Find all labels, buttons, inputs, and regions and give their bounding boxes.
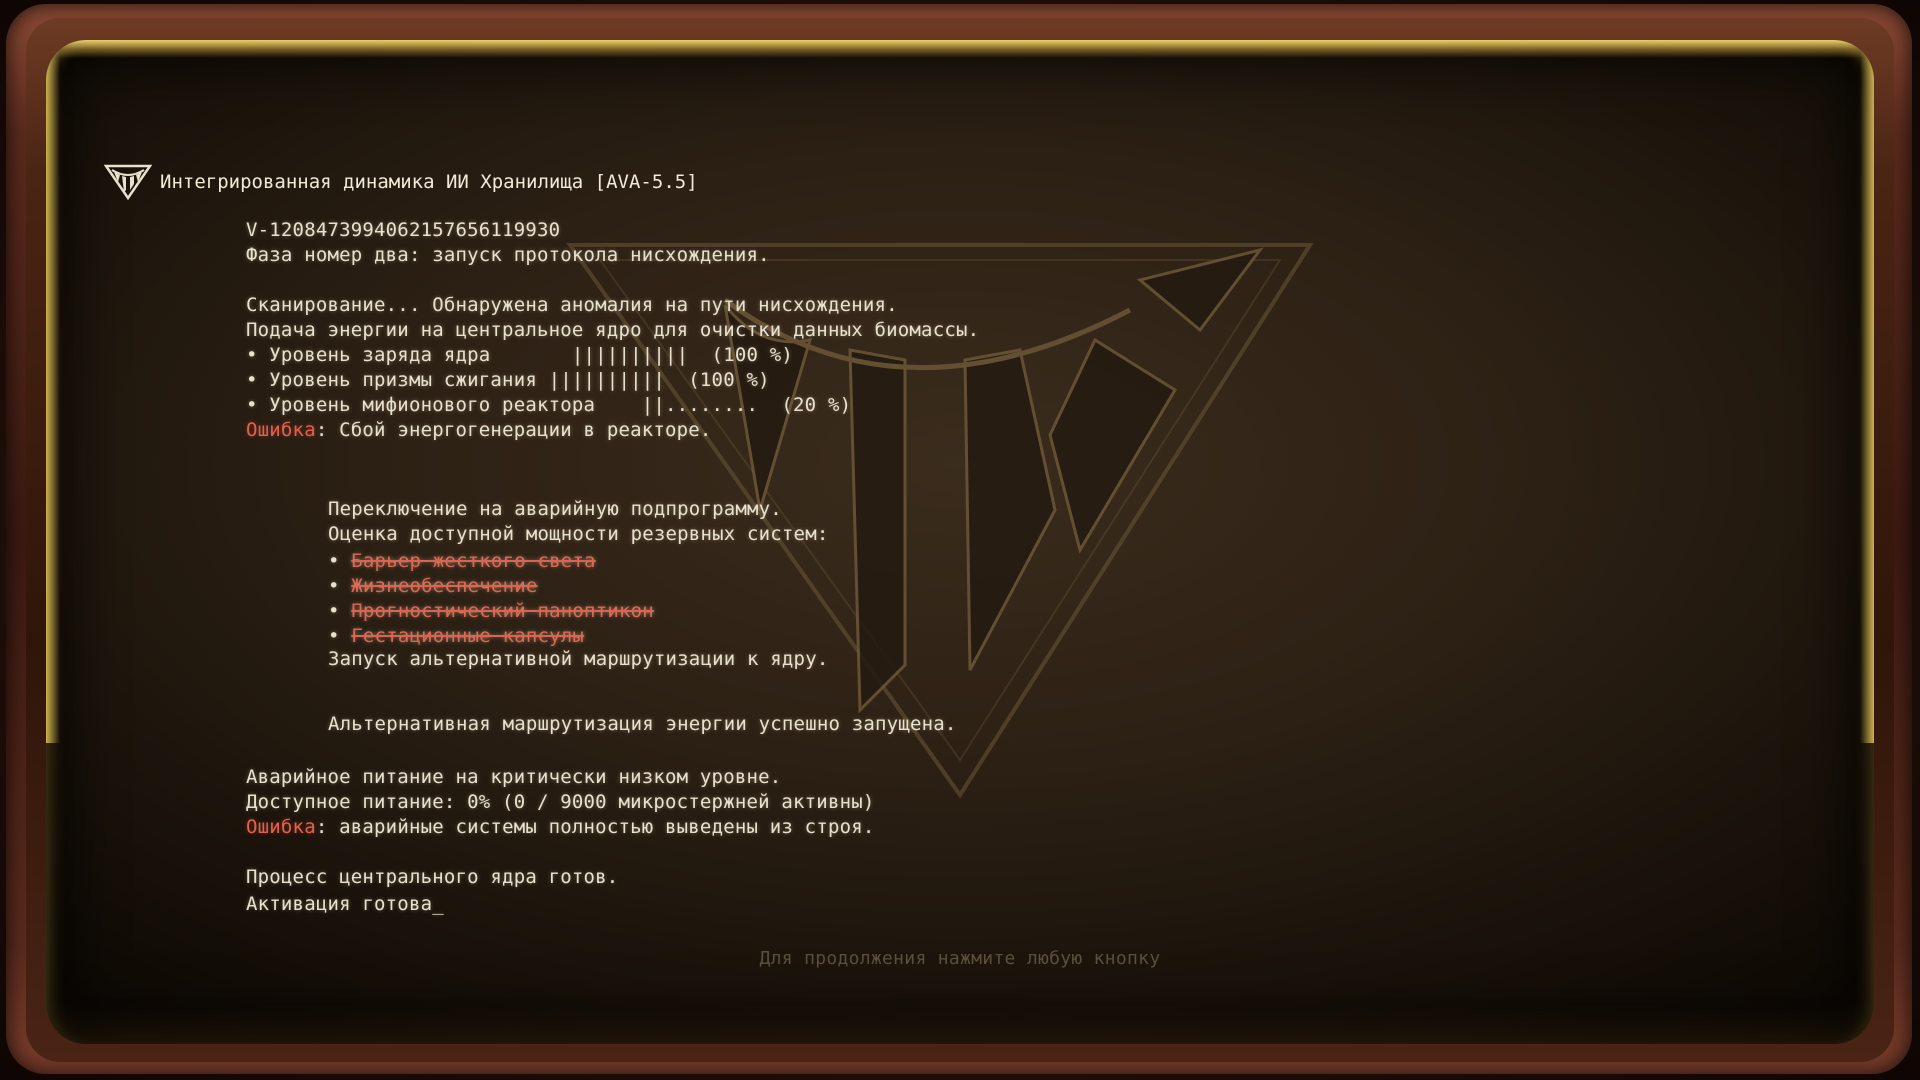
system-item-label: Жизнеобеспечение — [351, 575, 538, 597]
meter-reactor: • Уровень мифионового реактора ||.......… — [246, 394, 852, 416]
error-tag: Ошибка — [246, 816, 316, 838]
continue-prompt[interactable]: Для продолжения нажмите любую кнопку — [0, 948, 1920, 969]
available-power-line: Доступное питание: 0% (0 / 9000 микросте… — [246, 791, 875, 813]
terminal-header: Интегрированная динамика ИИ Хранилища [A… — [104, 164, 698, 200]
meter-core-charge: • Уровень заряда ядра |||||||||| (100 %) — [246, 344, 794, 366]
activation-line: Активация готова_ — [246, 893, 444, 915]
screen-glow-right — [1860, 40, 1874, 743]
terminal-title: Интегрированная динамика ИИ Хранилища [A… — [160, 171, 698, 193]
system-item: • Жизнеобеспечение — [328, 575, 538, 597]
phase-line: Фаза номер два: запуск протокола нисхожд… — [246, 244, 770, 266]
system-item-label: Барьер жесткого света — [351, 550, 596, 572]
scan-line: Сканирование... Обнаружена аномалия на п… — [246, 294, 898, 316]
system-item-label: Гестационные капсулы — [351, 625, 585, 647]
emergency-line: Аварийное питание на критически низком у… — [246, 766, 782, 788]
reroute-ok-line: Альтернативная маршрутизация энергии усп… — [328, 713, 957, 735]
screen-glow-top — [46, 40, 1874, 58]
reroute-line: Запуск альтернативной маршрутизации к яд… — [328, 648, 829, 670]
error-tag: Ошибка — [246, 419, 316, 441]
vault-id-line: V-1208473994062157656119930 — [246, 219, 561, 241]
core-ready-line: Процесс центрального ядра готов. — [246, 866, 619, 888]
switch-line: Переключение на аварийную подпрограмму. — [328, 498, 782, 520]
assess-line: Оценка доступной мощности резервных сист… — [328, 523, 829, 545]
screen-glow-left — [46, 40, 60, 743]
system-item-label: Прогностический паноптикон — [351, 600, 654, 622]
error-text: : Сбой энергогенерации в реакторе. — [315, 419, 712, 441]
terminal-log: V-1208473994062157656119930 Фаза номер д… — [0, 0, 979, 915]
system-item: • Прогностический паноптикон — [328, 600, 654, 622]
meter-burn-prism: • Уровень призмы сжигания |||||||||| (10… — [246, 369, 770, 391]
power-line: Подача энергии на центральное ядро для о… — [246, 319, 980, 341]
system-item: • Гестационные капсулы — [328, 625, 585, 647]
error-line-1: Ошибка: Сбой энергогенерации в реакторе. — [246, 418, 712, 443]
error-line-2: Ошибка: аварийные системы полностью выве… — [246, 815, 875, 840]
system-item: • Барьер жесткого света — [328, 550, 596, 572]
vault-triangle-emblem-icon — [104, 164, 152, 200]
error-text: : аварийные системы полностью выведены и… — [315, 816, 875, 838]
